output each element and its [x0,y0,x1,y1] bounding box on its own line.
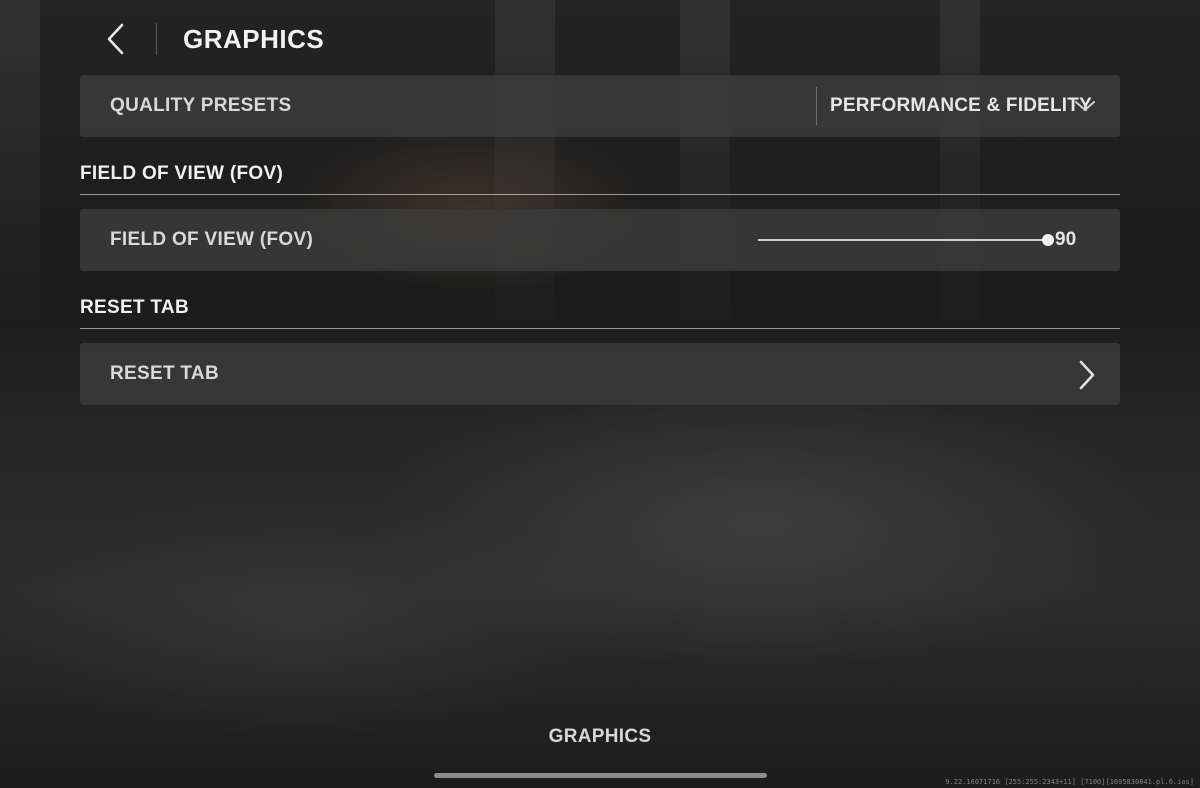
chevron-left-icon [107,23,124,55]
quality-presets-label: QUALITY PRESETS [110,95,292,116]
fov-slider[interactable] [758,233,1054,247]
quality-presets-dropdown[interactable]: QUALITY PRESETS PERFORMANCE & FIDELITY [80,75,1120,137]
reset-tab-label: RESET TAB [110,363,219,384]
chevron-down-icon [1075,101,1095,111]
fov-value: 90 [1055,229,1077,250]
fov-slider-thumb[interactable] [1042,234,1054,246]
chevron-right-icon [1079,360,1095,390]
preset-divider [816,87,817,125]
background-pillar [0,0,40,320]
quality-presets-value: PERFORMANCE & FIDELITY [830,95,1092,116]
page-header: GRAPHICS [100,18,324,60]
header-divider [156,23,157,55]
footer-tab-graphics[interactable]: GRAPHICS [0,726,1200,748]
fov-section-title: FIELD OF VIEW (FOV) [80,163,284,184]
reset-section-title: RESET TAB [80,297,189,318]
fov-label: FIELD OF VIEW (FOV) [110,229,314,250]
home-indicator[interactable] [434,773,767,778]
fov-row: FIELD OF VIEW (FOV) 90 [80,209,1120,271]
page-title: GRAPHICS [183,23,325,54]
build-version-text: 9.22.16071716 [255:255:2343+11] [7100][1… [945,778,1194,786]
fov-slider-track [758,239,1048,241]
reset-tab-button[interactable]: RESET TAB [80,343,1120,405]
reset-section-header: RESET TAB [80,293,1120,329]
back-button[interactable] [100,18,130,60]
fov-section-header: FIELD OF VIEW (FOV) [80,159,1120,195]
